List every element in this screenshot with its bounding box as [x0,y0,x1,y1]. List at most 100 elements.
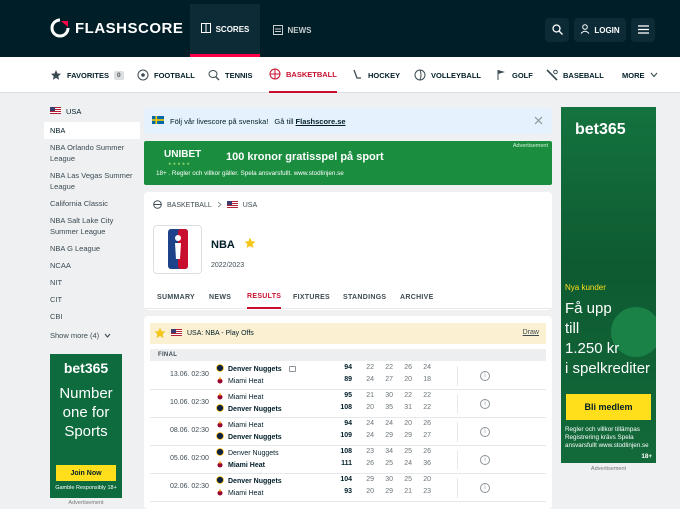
away-quarter-score: 27 [423,432,431,439]
ad-offer-line: 1.250 kr [565,340,620,357]
info-icon[interactable]: i [480,371,490,381]
show-more-link[interactable]: Show more (4) [44,325,140,346]
notice-text: Följ vår livescore på svenska! [170,116,269,126]
sidebar-league-item[interactable]: NBA G League [44,240,140,257]
favorite-star-icon[interactable] [244,237,256,251]
sidebar-league-item[interactable]: California Classic [44,195,140,212]
join-now-button[interactable]: Join Now [56,465,116,481]
menu-button[interactable] [631,18,655,42]
nav-scores[interactable]: SCORES [190,4,260,57]
home-team: Denver Nuggets [216,364,296,374]
home-quarter-score: 22 [366,364,374,371]
away-team-name: Denver Nuggets [228,433,282,441]
tab-summary[interactable]: SUMMARY [157,285,195,309]
search-button[interactable] [545,18,569,42]
match-row[interactable]: 10.06. 02:30 Miami Heat Denver Nuggets 95 10… [150,390,546,418]
denver-nuggets-logo-icon [216,404,224,414]
miami-heat-logo-icon [216,392,224,402]
info-icon[interactable]: i [480,399,490,409]
sidebar-league-item[interactable]: NBA Las Vegas Summer League [44,167,140,195]
away-team-name: Miami Heat [228,377,264,385]
pin-star-icon[interactable] [154,327,166,341]
sidebar-league-item[interactable]: NCAA [44,257,140,274]
sport-tennis[interactable]: TENNIS [208,57,253,93]
tab-news[interactable]: NEWS [209,285,231,309]
tab-archive[interactable]: ARCHIVE [400,285,434,309]
match-date: 13.06. 02:30 [170,371,209,378]
flashscore-logo[interactable]: FLASHSCORE [50,18,183,38]
match-row[interactable]: 02.06. 02:30 Denver Nuggets Miami Heat 104 9… [150,474,546,502]
breadcrumb-country[interactable]: USA [243,202,257,209]
away-quarter-score: 35 [385,404,393,411]
ad-bet365-right[interactable]: bet365 Nya kunder Få upp till 1.250 kr i… [561,107,656,463]
away-quarter-score: 31 [404,404,412,411]
match-row[interactable]: 13.06. 02:30 Denver Nuggets Miami Heat 94 89… [150,362,546,390]
ad-bet365-left[interactable]: bet365 Number one for Sports Join Now Ga… [50,354,122,498]
sport-favorites[interactable]: FAVORITES 0 [50,57,124,93]
login-button[interactable]: LOGIN [574,18,626,42]
sport-football[interactable]: FOOTBALL [137,57,195,93]
sport-label: VOLLEYBALL [431,70,481,80]
sport-baseball[interactable]: BASEBALL [546,57,604,93]
nav-news[interactable]: NEWS [262,4,322,57]
match-date: 08.06. 02:30 [170,427,209,434]
sport-navigation: FAVORITES 0 FOOTBALL TENNIS BASKETBALL H… [0,57,680,93]
denver-nuggets-logo-icon [216,448,224,458]
home-score: 94 [344,420,352,427]
home-team: Miami Heat [216,392,263,402]
home-team-name: Denver Nuggets [228,477,282,485]
sidebar-league-item[interactable]: CIT [44,291,140,308]
away-quarter-score: 20 [366,488,374,495]
league-label: USA: NBA - Play Offs [187,330,254,337]
away-quarter-score: 18 [423,376,431,383]
away-team-name: Miami Heat [228,489,264,497]
sport-hockey[interactable]: HOCKEY [351,57,400,93]
sport-more[interactable]: MORE [622,57,658,93]
sport-volleyball[interactable]: VOLLEYBALL [414,57,481,93]
sidebar-league-item[interactable]: NIT [44,274,140,291]
match-row[interactable]: 08.06. 02:30 Miami Heat Denver Nuggets 94 10… [150,418,546,446]
user-icon [580,24,590,36]
info-icon[interactable]: i [480,455,490,465]
match-date: 10.06. 02:30 [170,399,209,406]
promo-advertisement-label: Advertisement [512,143,548,149]
column-divider [457,394,458,414]
sidebar-league-item[interactable]: NBA Orlando Summer League [44,139,140,167]
chevron-down-icon [104,331,111,340]
column-divider [457,450,458,470]
flashscore-se-link[interactable]: Flashscore.se [296,117,346,126]
sport-label: GOLF [512,70,533,80]
breadcrumb-sport[interactable]: BASKETBALL [167,202,212,209]
info-icon[interactable]: i [480,483,490,493]
sidebar-league-item[interactable]: NBA Salt Lake City Summer League [44,212,140,240]
sport-golf[interactable]: GOLF [495,57,533,93]
sidebar-league-item[interactable]: CBI [44,308,140,325]
unibet-logo: UNIBET [164,149,202,160]
sport-basketball[interactable]: BASKETBALL [269,57,337,93]
denver-nuggets-logo-icon [216,476,224,486]
tab-results[interactable]: RESULTS [247,285,282,309]
column-divider [457,478,458,498]
unibet-stars: ★★★★★ [168,161,191,166]
usa-flag-icon [50,106,61,116]
scores-icon [200,23,211,35]
ad-text: Number one for Sports [59,385,113,440]
home-quarter-score: 22 [385,364,393,371]
home-quarter-score: 23 [366,448,374,455]
home-quarter-score: 29 [366,476,374,483]
info-icon[interactable]: i [480,427,490,437]
match-row[interactable]: 05.06. 02:00 Denver Nuggets Miami Heat 108 1… [150,446,546,474]
basketball-icon [269,68,281,80]
league-header: USA: NBA - Play Offs Draw [150,323,546,344]
star-icon [50,69,62,81]
favorites-count: 0 [113,70,124,80]
close-icon[interactable] [534,116,543,127]
bli-medlem-button[interactable]: Bli medlem [566,394,651,420]
tab-standings[interactable]: STANDINGS [343,285,386,309]
draw-link[interactable]: Draw [523,329,539,336]
tab-fixtures[interactable]: FIXTURES [293,285,330,309]
unibet-promo-banner[interactable]: UNIBET ★★★★★ 100 kronor gratisspel på sp… [144,141,552,185]
country-header[interactable]: USA [44,100,140,122]
sidebar-league-nba[interactable]: NBA [44,122,140,139]
home-quarter-score: 25 [404,448,412,455]
